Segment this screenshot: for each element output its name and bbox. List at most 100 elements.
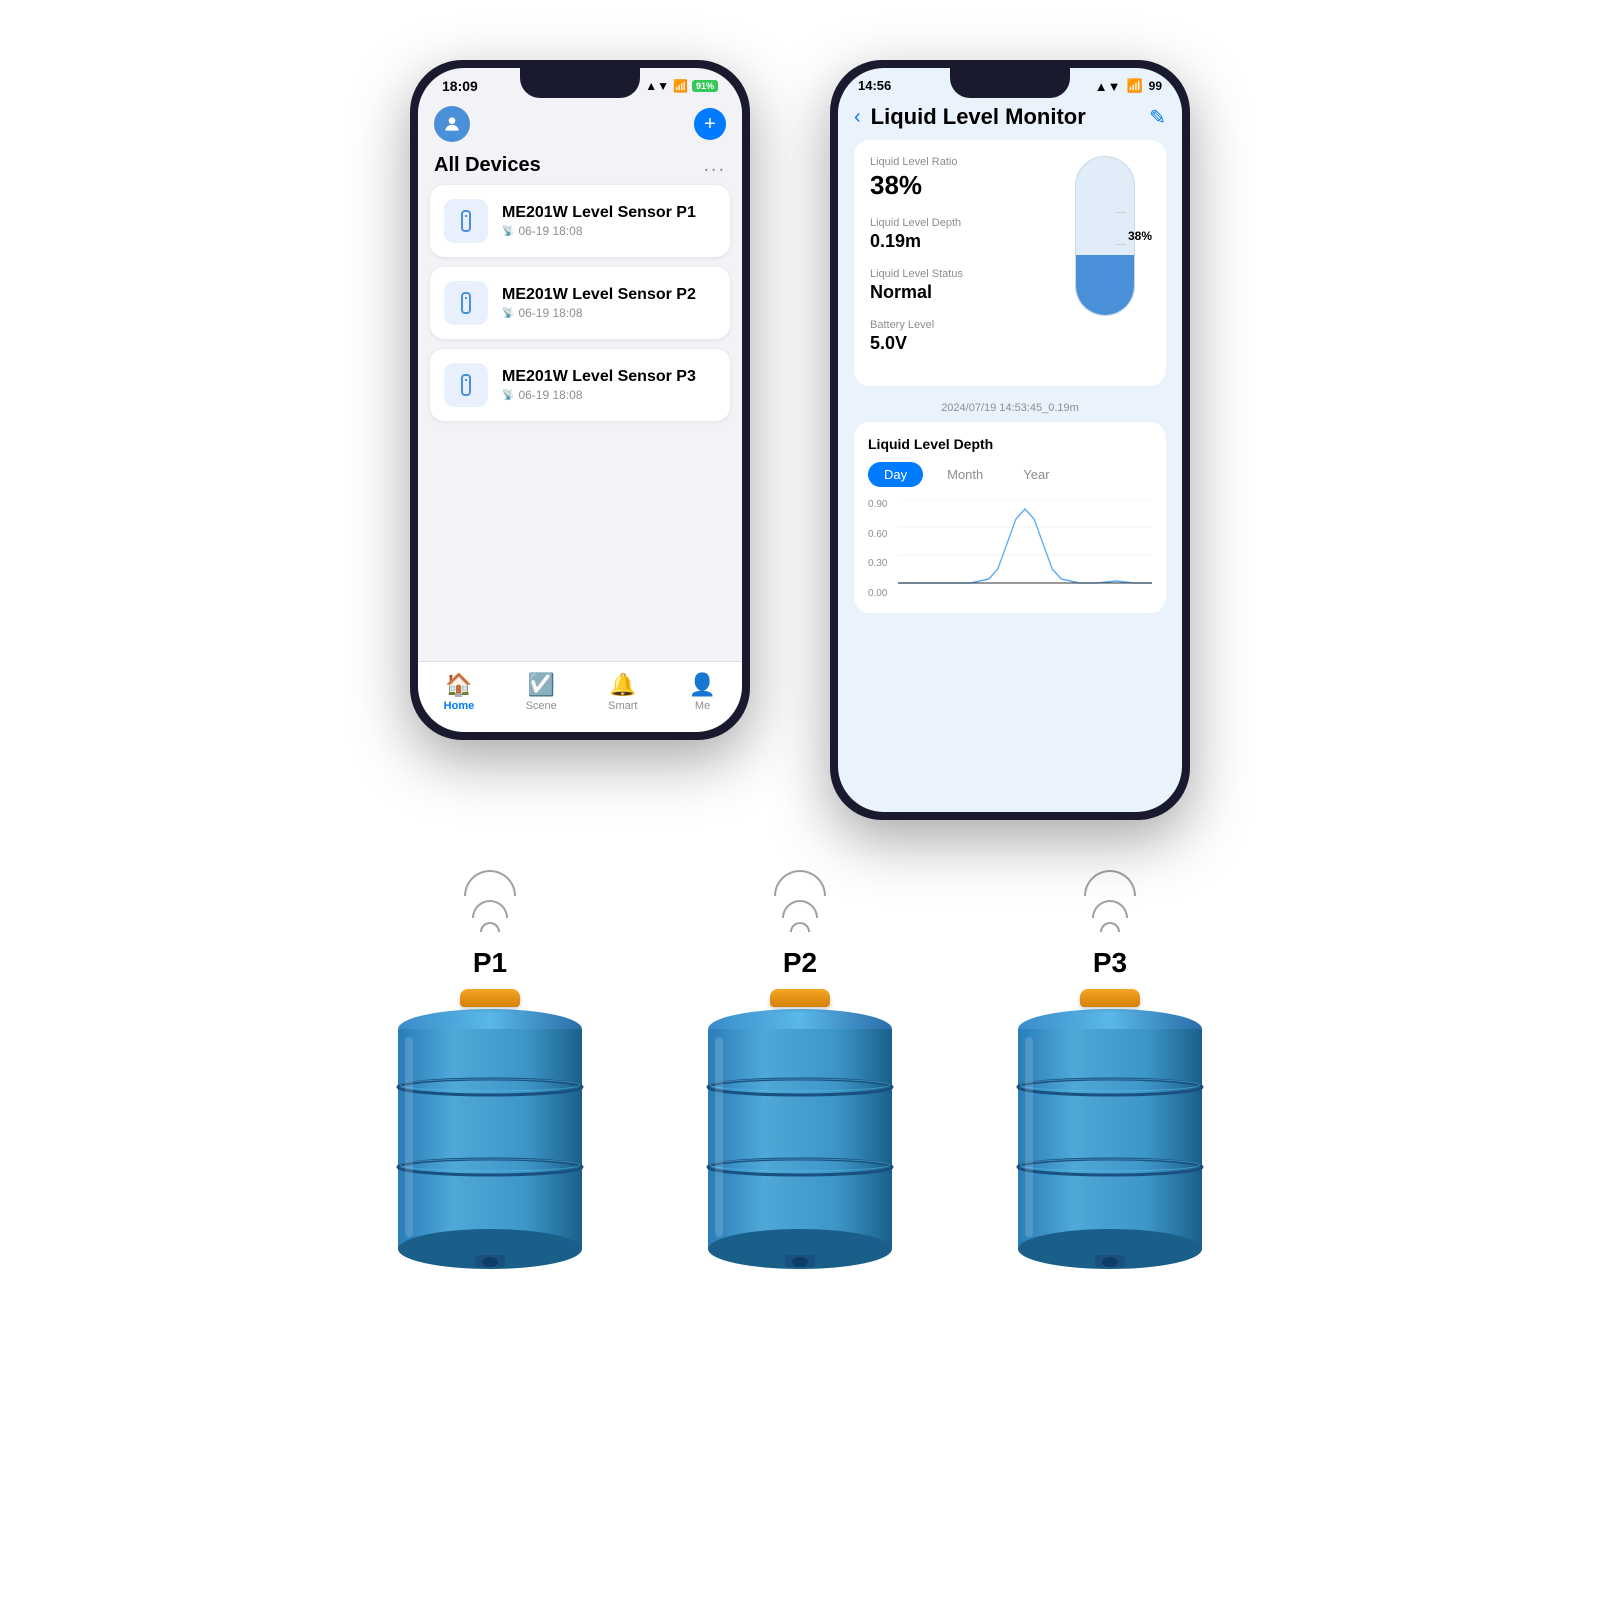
device-name-p1: ME201W Level Sensor P1 — [502, 204, 716, 222]
device-name-p2: ME201W Level Sensor P2 — [502, 286, 716, 304]
chart-plot — [898, 499, 1152, 584]
add-device-button[interactable]: + — [694, 108, 726, 140]
device-info-p3: ME201W Level Sensor P3 📡 06-19 18:08 — [502, 368, 716, 402]
device-icon-p1 — [444, 199, 488, 243]
phone-device-list: 18:09 ▲▼ 📶 91% + All Devices . — [410, 60, 750, 740]
barrel-p1: P1 — [385, 870, 595, 1282]
tab-day[interactable]: Day — [868, 462, 923, 487]
barrel-label-p1: P1 — [473, 947, 507, 979]
tab-year[interactable]: Year — [1007, 462, 1065, 487]
y-label-060: 0.60 — [868, 529, 887, 540]
ratio-value: 38% — [870, 170, 1044, 201]
nav-scene[interactable]: ☑️ Scene — [526, 672, 557, 712]
wave-mid-p3 — [1092, 900, 1128, 918]
status-label: Liquid Level Status — [870, 268, 1044, 280]
y-label-030: 0.30 — [868, 558, 887, 569]
wave-outer-p1 — [464, 870, 516, 896]
phone-notch-2 — [950, 68, 1070, 98]
wifi-waves-p3 — [1084, 870, 1136, 932]
device-info-p1: ME201W Level Sensor P1 📡 06-19 18:08 — [502, 204, 716, 238]
tank-marker-1 — [1116, 212, 1126, 213]
barrel-svg-p3 — [1005, 1007, 1215, 1277]
user-avatar[interactable] — [434, 106, 470, 142]
barrel-cap-p2 — [770, 989, 830, 1007]
barrel-body-p2 — [695, 989, 905, 1282]
barrel-p2: P2 — [695, 870, 905, 1282]
ratio-label: Liquid Level Ratio — [870, 156, 1044, 168]
status-icons-1: ▲▼ 📶 91% — [645, 79, 718, 93]
depth-label: Liquid Level Depth — [870, 217, 1044, 229]
wifi-icon: 📶 — [673, 79, 688, 93]
nav-home-label: Home — [444, 700, 475, 712]
barrel-label-p2: P2 — [783, 947, 817, 979]
chart-title: Liquid Level Depth — [868, 436, 1152, 452]
device-time-p2: 📡 06-19 18:08 — [502, 306, 716, 320]
device-item-p2[interactable]: ME201W Level Sensor P2 📡 06-19 18:08 — [430, 267, 730, 339]
chart-section: Liquid Level Depth Day Month Year 0.90 0… — [854, 422, 1166, 613]
home-icon: 🏠 — [445, 672, 472, 698]
nav-scene-label: Scene — [526, 700, 557, 712]
status-time-1: 18:09 — [442, 78, 478, 94]
metrics-labels: Liquid Level Ratio 38% Liquid Level Dept… — [870, 156, 1044, 370]
more-menu-button[interactable]: ... — [703, 154, 726, 177]
wave-outer-p3 — [1084, 870, 1136, 896]
scene-icon: ☑️ — [527, 672, 554, 698]
nav-me-label: Me — [695, 700, 710, 712]
monitor-status-icons: ▲▼ 📶 99 — [1095, 78, 1162, 94]
nav-home[interactable]: 🏠 Home — [444, 672, 475, 712]
chart-area: 0.90 0.60 0.30 0.00 — [868, 499, 1152, 599]
edit-button[interactable]: ✎ — [1149, 105, 1166, 130]
nav-me[interactable]: 👤 Me — [689, 672, 716, 712]
app-header: + — [418, 98, 742, 150]
monitor-title: Liquid Level Monitor — [871, 104, 1140, 130]
nav-smart[interactable]: 🔔 Smart — [608, 672, 637, 712]
barrel-label-p3: P3 — [1093, 947, 1127, 979]
battery-label: Battery Level — [870, 319, 1044, 331]
monitor-wifi-icon: 📶 — [1126, 78, 1142, 94]
bottom-nav: 🏠 Home ☑️ Scene 🔔 Smart 👤 Me — [418, 661, 742, 732]
barrel-svg-p1 — [385, 1007, 595, 1277]
battery-badge: 91% — [692, 80, 718, 92]
battery-value: 5.0V — [870, 333, 1044, 354]
ratio-block: Liquid Level Ratio 38% — [870, 156, 1044, 201]
device-name-p3: ME201W Level Sensor P3 — [502, 368, 716, 386]
monitor-time: 14:56 — [858, 78, 891, 94]
signal-small-icon3: 📡 — [502, 390, 514, 401]
barrel-cap-p1 — [460, 989, 520, 1007]
signal-icon: ▲▼ — [645, 79, 669, 93]
depth-value: 0.19m — [870, 231, 1044, 252]
barrel-svg-p2 — [695, 1007, 905, 1277]
wave-outer-p2 — [774, 870, 826, 896]
device-time-p3: 📡 06-19 18:08 — [502, 388, 716, 402]
tank-fill — [1076, 255, 1134, 315]
device-info-p2: ME201W Level Sensor P2 📡 06-19 18:08 — [502, 286, 716, 320]
monitor-battery: 99 — [1149, 79, 1162, 93]
signal-small-icon: 📡 — [502, 226, 514, 237]
info-row: Liquid Level Ratio 38% Liquid Level Dept… — [870, 156, 1150, 370]
smart-icon: 🔔 — [609, 672, 636, 698]
device-item-p1[interactable]: ME201W Level Sensor P1 📡 06-19 18:08 — [430, 185, 730, 257]
depth-block: Liquid Level Depth 0.19m — [870, 217, 1044, 252]
y-label-090: 0.90 — [868, 499, 887, 510]
barrel-body-p3 — [1005, 989, 1215, 1282]
tab-month[interactable]: Month — [931, 462, 999, 487]
barrel-p3: P3 — [1005, 870, 1215, 1282]
barrels-section: P1 — [0, 820, 1600, 1282]
y-label-000: 0.00 — [868, 588, 887, 599]
monitor-header: ‹ Liquid Level Monitor ✎ — [838, 98, 1182, 140]
device-list: ME201W Level Sensor P1 📡 06-19 18:08 — [418, 185, 742, 421]
chart-tabs[interactable]: Day Month Year — [868, 462, 1152, 487]
device-item-p3[interactable]: ME201W Level Sensor P3 📡 06-19 18:08 — [430, 349, 730, 421]
metrics-card: Liquid Level Ratio 38% Liquid Level Dept… — [854, 140, 1166, 386]
back-button[interactable]: ‹ — [854, 106, 861, 129]
barrel-body-p1 — [385, 989, 595, 1282]
timestamp: 2024/07/19 14:53:45_0.19m — [854, 398, 1166, 422]
battery-block: Battery Level 5.0V — [870, 319, 1044, 354]
wifi-waves-p2 — [774, 870, 826, 932]
wave-mid-p2 — [782, 900, 818, 918]
monitor-signal-icon: ▲▼ — [1095, 79, 1121, 94]
monitor-content: Liquid Level Ratio 38% Liquid Level Dept… — [838, 140, 1182, 613]
wave-mid-p1 — [472, 900, 508, 918]
devices-title: All Devices — [434, 154, 541, 177]
tank-marker-2 — [1116, 244, 1126, 245]
